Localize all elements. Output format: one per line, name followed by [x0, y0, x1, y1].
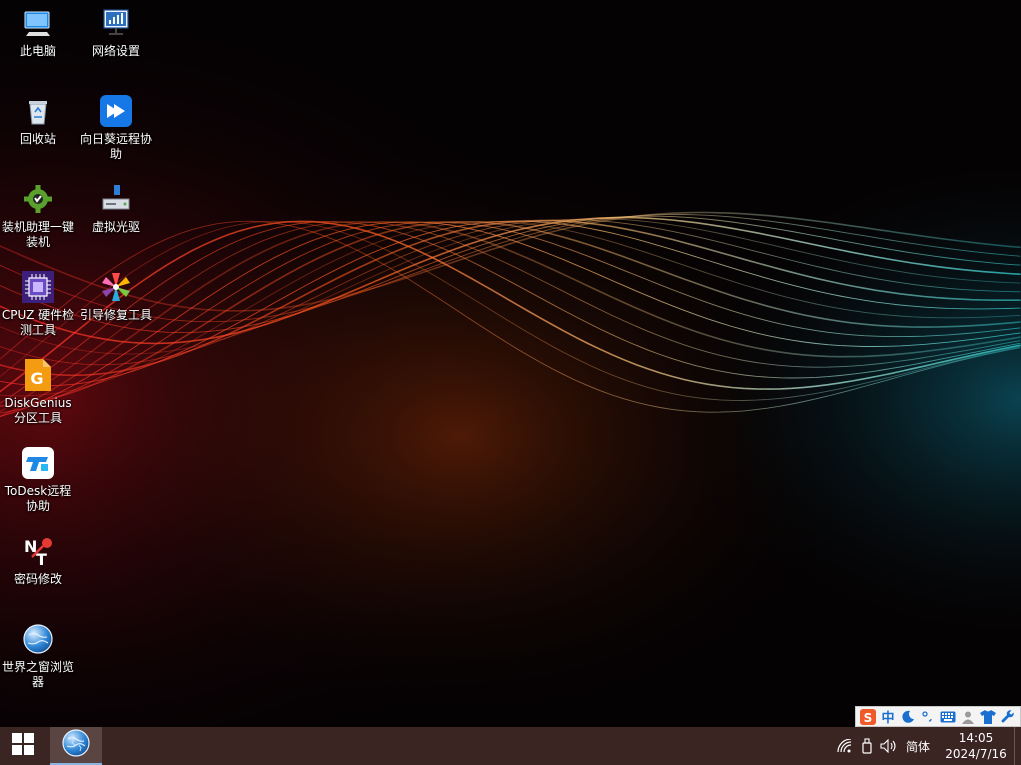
browser-globe-icon — [21, 622, 55, 656]
desktop-icon[interactable]: 网络设置 — [78, 0, 154, 59]
password-key-icon: NT — [21, 534, 55, 568]
computer-icon — [21, 6, 55, 40]
desktop-icon[interactable]: N T 密码修改 — [0, 528, 76, 587]
input-language-indicator[interactable]: 简体 — [900, 738, 938, 755]
desktop-icon[interactable]: 装机助理一键装机 — [0, 176, 76, 250]
volume-icon[interactable] — [878, 727, 900, 765]
clock-time: 14:05 — [958, 731, 994, 745]
desktop-icon-label: DiskGenius分区工具 — [4, 396, 72, 425]
start-button[interactable] — [0, 727, 46, 765]
browser-globe-icon — [62, 729, 90, 761]
ime-toolbar[interactable]: S 中 — [855, 706, 1021, 727]
desktop-icon[interactable]: G DiskGenius分区工具 — [0, 352, 76, 426]
cpu-chip-icon — [21, 270, 55, 304]
taskbar: 简体 14:05 2024/7/16 — [0, 727, 1021, 765]
desktop-icon[interactable]: 回收站 — [0, 88, 76, 147]
network-settings-icon — [99, 6, 133, 40]
desktop-icon-label: 引导修复工具 — [79, 308, 152, 322]
diskgenius-icon: G — [21, 358, 55, 392]
desktop-icon-label: 虚拟光驱 — [91, 220, 140, 234]
desktop-icon-label: 密码修改 — [13, 572, 62, 586]
desktop-icon-label: 网络设置 — [91, 44, 140, 58]
clock[interactable]: 14:05 2024/7/16 — [938, 730, 1014, 762]
punctuation-icon[interactable] — [919, 708, 937, 726]
usb-drive-icon[interactable] — [856, 727, 878, 765]
windows-logo-icon — [12, 733, 34, 759]
desktop-icon-label: ToDesk远程协助 — [4, 484, 72, 513]
moon-icon[interactable] — [899, 708, 917, 726]
sogou-logo-icon[interactable]: S — [859, 708, 877, 726]
recycle-bin-icon — [21, 94, 55, 128]
desktop-icon[interactable]: 此电脑 — [0, 0, 76, 59]
desktop-icon[interactable]: 世界之窗浏览器 — [0, 616, 76, 690]
boot-repair-icon — [99, 270, 133, 304]
svg-text:S: S — [864, 711, 873, 725]
show-desktop-button[interactable] — [1014, 727, 1021, 765]
wrench-icon[interactable] — [999, 708, 1017, 726]
desktop-icon-label: 回收站 — [19, 132, 56, 146]
desktop-icon-label: 此电脑 — [19, 44, 56, 58]
desktop-icon-label: 世界之窗浏览器 — [1, 660, 74, 689]
todesk-icon — [21, 446, 55, 480]
desktop-icon[interactable]: 引导修复工具 — [78, 264, 154, 323]
desktop-icon-label: 向日葵远程协助 — [79, 132, 152, 161]
desktop-icon-label: CPUZ 硬件检测工具 — [1, 308, 75, 337]
system-tray: 简体 14:05 2024/7/16 — [834, 727, 1021, 765]
taskbar-item-browser[interactable] — [50, 727, 102, 765]
user-icon[interactable] — [959, 708, 977, 726]
installer-gear-icon — [21, 182, 55, 216]
desktop-icon[interactable]: 向日葵远程协助 — [78, 88, 154, 162]
desktop-icon[interactable]: CPUZ 硬件检测工具 — [0, 264, 76, 338]
desktop-icon-label: 装机助理一键装机 — [1, 220, 74, 249]
clock-date: 2024/7/16 — [945, 747, 1007, 761]
keyboard-icon[interactable] — [939, 708, 957, 726]
desktop-icon[interactable]: ToDesk远程协助 — [0, 440, 76, 514]
virtual-drive-icon — [99, 182, 133, 216]
svg-text:G: G — [30, 369, 43, 388]
network-icon[interactable] — [834, 727, 856, 765]
desktop[interactable]: 此电脑 网络设置回收站 向日葵远程协助装机助理一键装机 虚拟光驱 CPUZ 硬件检测工具… — [0, 0, 1021, 727]
desktop-icon[interactable]: 虚拟光驱 — [78, 176, 154, 235]
chinese-mode-icon[interactable]: 中 — [879, 708, 897, 726]
sunlogin-icon — [99, 94, 133, 128]
shirt-icon[interactable] — [979, 708, 997, 726]
